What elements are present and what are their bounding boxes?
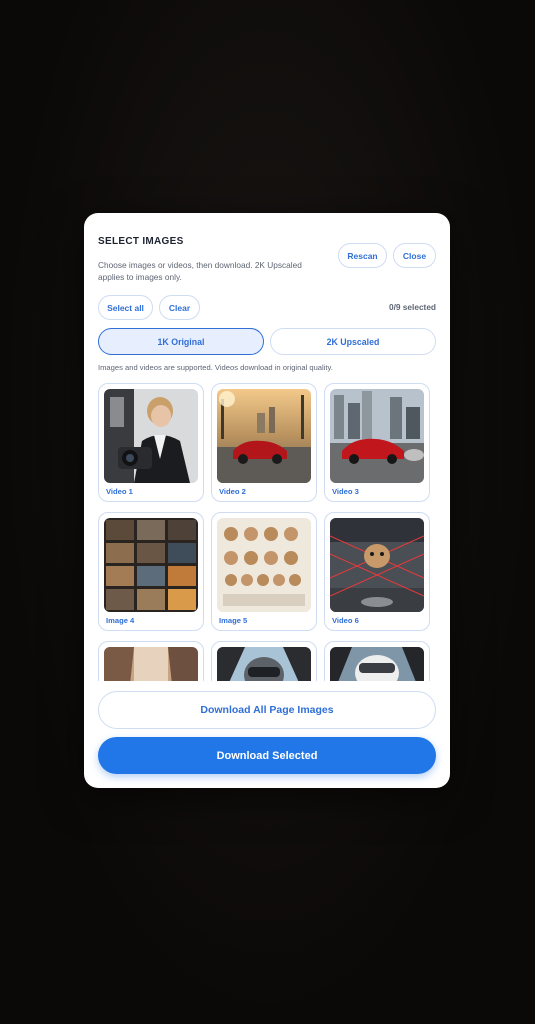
download-selected-button[interactable]: Download Selected — [98, 737, 436, 774]
modal-title: SELECT IMAGES — [98, 236, 184, 247]
media-grid: Video 1 Video 2 Video 3 Image 4 Image 5 … — [98, 383, 436, 681]
photographer-thumbnail — [104, 389, 198, 483]
canyon-thumbnail — [104, 647, 198, 681]
quality-option-2k-upscaled[interactable]: 2K Upscaled — [270, 328, 436, 355]
modal-description: Choose images or videos, then download. … — [98, 260, 302, 282]
media-card[interactable]: Video 6 — [324, 512, 430, 631]
sports-car-city-thumbnail — [330, 389, 424, 483]
hamster-laser-room-thumbnail — [330, 518, 424, 612]
selection-count: 0/9 selected — [388, 302, 436, 312]
close-button[interactable]: Close — [393, 243, 436, 268]
select-all-button[interactable]: Select all — [98, 295, 153, 320]
sports-car-sunset-thumbnail — [217, 389, 311, 483]
download-all-button[interactable]: Download All Page Images — [98, 691, 436, 729]
select-images-modal: SELECT IMAGES Choose images or videos, t… — [84, 213, 450, 788]
media-card[interactable] — [211, 641, 317, 681]
media-card[interactable]: Video 2 — [211, 383, 317, 502]
support-note: Images and videos are supported. Videos … — [98, 363, 333, 372]
collage-thumbnail — [104, 518, 198, 612]
media-card[interactable] — [324, 641, 430, 681]
media-card-label: Video 2 — [219, 487, 246, 496]
media-card[interactable]: Video 3 — [324, 383, 430, 502]
clear-button[interactable]: Clear — [159, 295, 200, 320]
quality-option-1k-original[interactable]: 1K Original — [98, 328, 264, 355]
media-card-label: Image 5 — [219, 616, 248, 625]
rescan-button[interactable]: Rescan — [338, 243, 387, 268]
media-card-label: Video 3 — [332, 487, 359, 496]
media-card-label: Image 4 — [106, 616, 135, 625]
media-card[interactable]: Image 5 — [211, 512, 317, 631]
pilot-helmet-thumbnail — [330, 647, 424, 681]
character-sheet-thumbnail — [217, 518, 311, 612]
media-card[interactable]: Image 4 — [98, 512, 204, 631]
pilot-cockpit-thumbnail — [217, 647, 311, 681]
media-card-label: Video 1 — [106, 487, 133, 496]
media-card[interactable] — [98, 641, 204, 681]
media-card[interactable]: Video 1 — [98, 383, 204, 502]
media-card-label: Video 6 — [332, 616, 359, 625]
media-grid-scroll[interactable]: Video 1 Video 2 Video 3 Image 4 Image 5 … — [98, 383, 436, 681]
